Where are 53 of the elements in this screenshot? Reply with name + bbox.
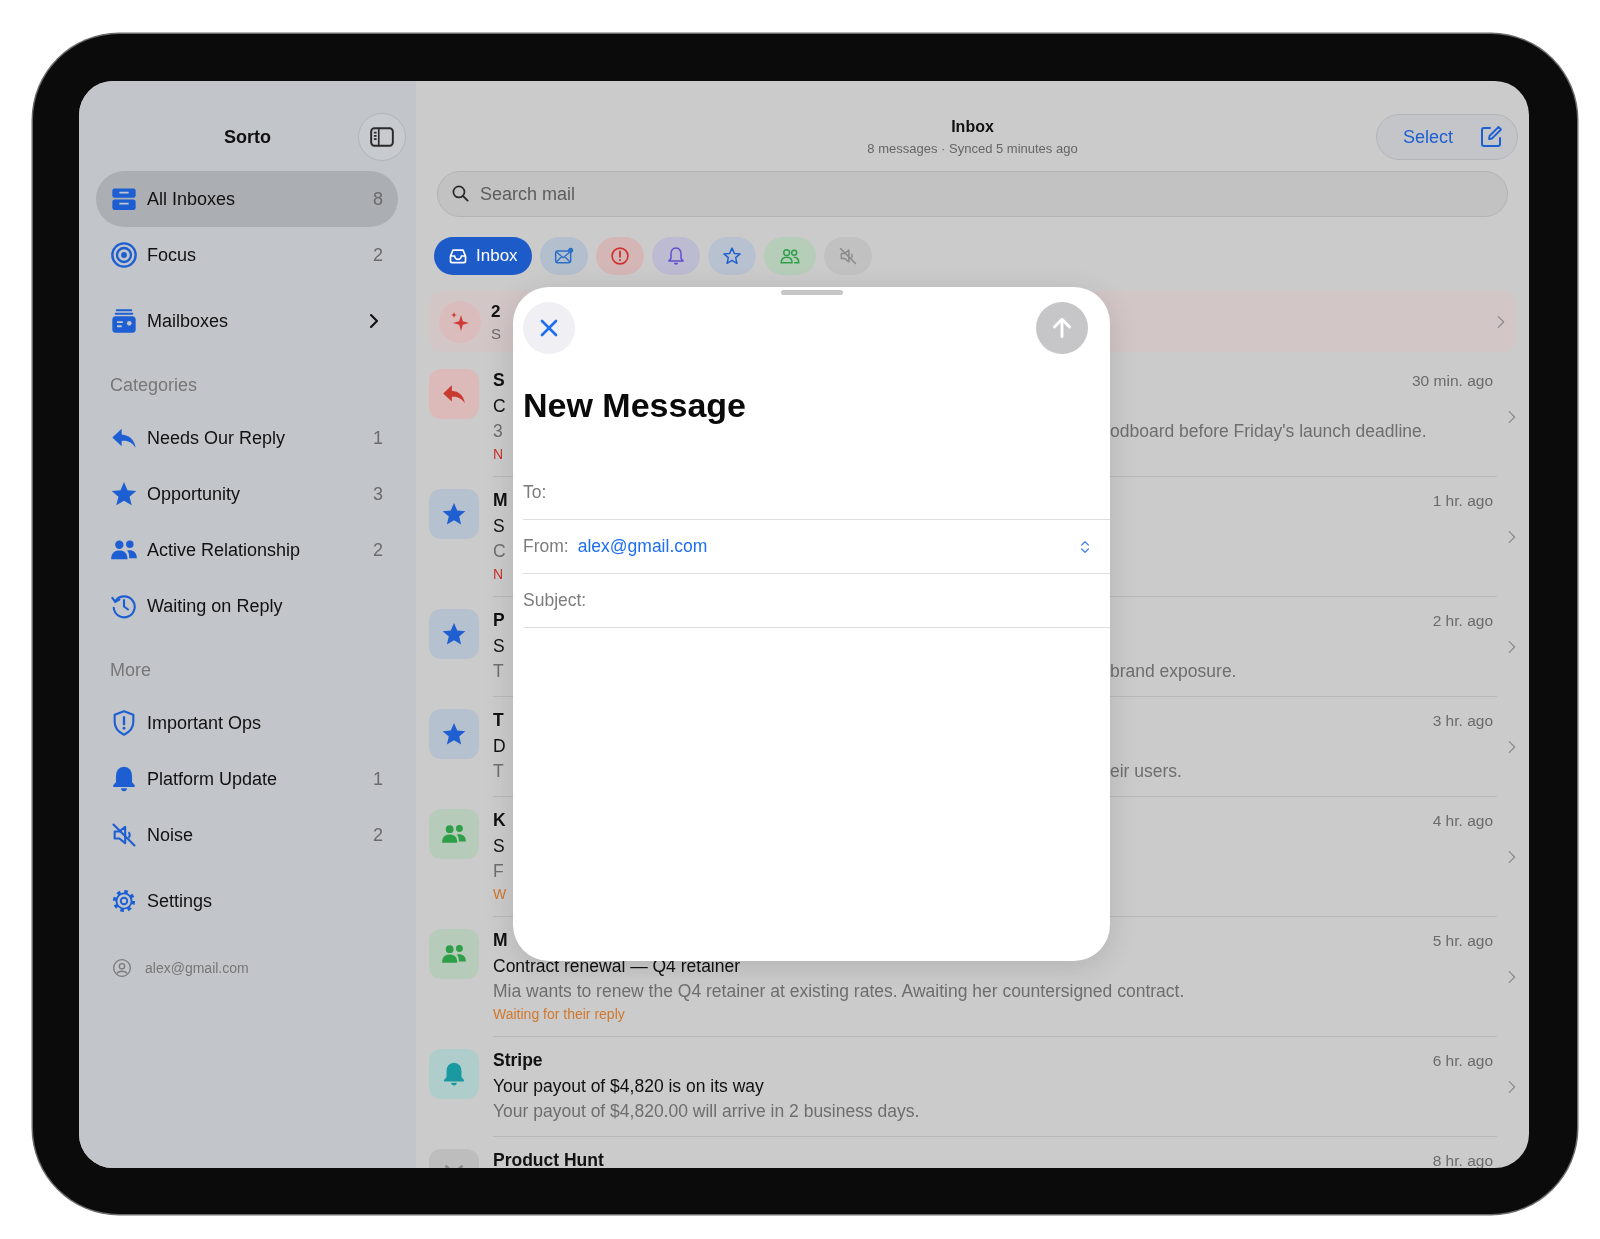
- account-email: alex@gmail.com: [145, 960, 249, 976]
- preview-text: eir users.: [1110, 761, 1182, 782]
- summary-title: 2: [491, 301, 501, 322]
- app-title: Sorto: [224, 126, 271, 148]
- preview-text: T: [493, 661, 505, 682]
- time-label: 5 hr. ago: [1432, 931, 1493, 950]
- time-label: 1 hr. ago: [1432, 491, 1493, 510]
- sender-name: M: [493, 930, 508, 951]
- time-label: 8 hr. ago: [1432, 1151, 1493, 1168]
- summary-subtitle: S: [491, 324, 501, 342]
- sender-name: T: [493, 710, 504, 731]
- status-tag: N: [493, 566, 504, 582]
- time-label: 4 hr. ago: [1432, 811, 1493, 830]
- preview-text: brand exposure.: [1110, 661, 1237, 682]
- preview-text: F: [493, 861, 504, 882]
- inbox-title: Inbox: [950, 118, 995, 136]
- count-label: 2: [373, 539, 383, 561]
- section-heading: Categories: [109, 374, 199, 397]
- count-label: 1: [373, 768, 383, 790]
- subject-line: S: [493, 835, 505, 858]
- subject-line: Your payout of $4,820 is on its way: [493, 1075, 764, 1098]
- sheet-title: New Message: [523, 386, 747, 426]
- status-tag: W: [493, 886, 507, 902]
- sync-status: 8 messages · Synced 5 minutes ago: [867, 141, 1078, 156]
- count-label: 8: [373, 188, 383, 210]
- field-label: From:: [523, 536, 569, 557]
- count-label: 3: [373, 483, 383, 505]
- status-tag: Waiting for their reply: [493, 1006, 625, 1022]
- preview-text: 3: [493, 421, 504, 442]
- section-heading: More: [109, 659, 152, 682]
- sender-name: P: [493, 610, 505, 631]
- preview-text: odboard before Friday's launch deadline.: [1110, 421, 1427, 442]
- time-label: 6 hr. ago: [1432, 1051, 1493, 1070]
- sender-name: S: [493, 370, 505, 391]
- count-label: 1: [373, 427, 383, 449]
- subject-line: S: [493, 515, 505, 538]
- sender-name: M: [493, 490, 508, 511]
- sender-name: K: [493, 810, 506, 831]
- time-label: 2 hr. ago: [1432, 611, 1493, 630]
- preview-text: C: [493, 541, 506, 562]
- subject-line: S: [493, 635, 505, 658]
- count-label: 2: [373, 244, 383, 266]
- subject-line: C: [493, 395, 506, 418]
- sender-name: Stripe: [493, 1050, 543, 1071]
- count-label: 2: [373, 824, 383, 846]
- subject-line: D: [493, 735, 506, 758]
- sender-name: Product Hunt: [493, 1150, 604, 1168]
- preview-text: T: [493, 761, 505, 782]
- preview-text: Mia wants to renew the Q4 retainer at existing rates. Awaiting her countersigned contract.: [493, 981, 1185, 1002]
- status-tag: N: [493, 446, 504, 462]
- time-label: 30 min. ago: [1412, 371, 1493, 390]
- time-label: 3 hr. ago: [1432, 711, 1493, 730]
- preview-text: Your payout of $4,820.00 will arrive in 2 business days.: [493, 1101, 920, 1122]
